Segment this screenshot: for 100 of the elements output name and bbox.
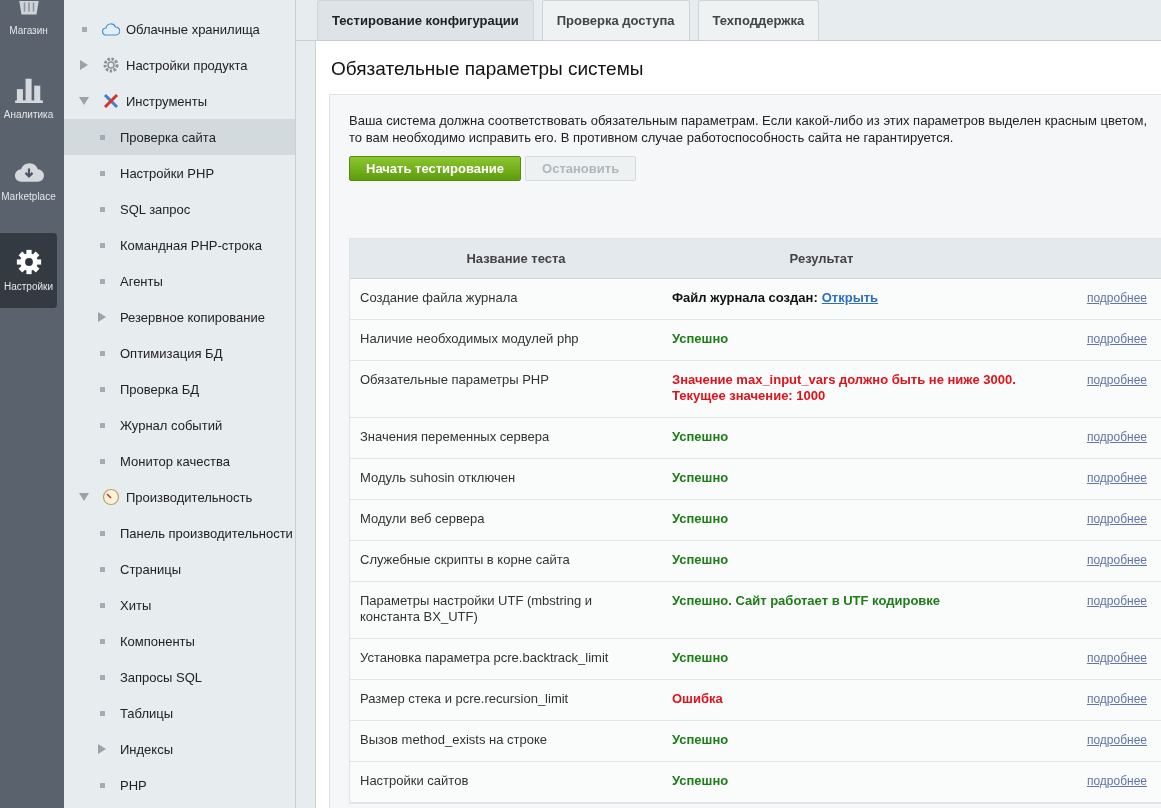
bullet-icon	[82, 26, 87, 32]
nav-item[interactable]: Настройки PHP	[64, 155, 295, 191]
bullet-icon	[100, 278, 105, 284]
bullet-icon	[100, 530, 105, 536]
open-link[interactable]: Открыть	[821, 290, 879, 305]
test-name: Служебные скрипты в корне сайта	[359, 552, 571, 568]
nav-item[interactable]: Проверка БД	[64, 371, 295, 407]
expand-arrow-icon	[79, 97, 89, 105]
rail-label: Магазин	[9, 25, 48, 36]
nav-item[interactable]: SQL запрос	[64, 191, 295, 227]
intro-text: Ваша система должна соответствовать обязательным параметрам. Если какой-либо из этих параметров выделен красным цветом, то вам необходимо исправить его. В противном случае работоспособность сайта не гарантируется.	[349, 112, 1149, 146]
column-header: Результат	[788, 250, 855, 267]
test-name: Создание файла журнала	[359, 290, 519, 306]
nav-item[interactable]: Компоненты	[64, 623, 295, 659]
test-result: Успешно	[672, 732, 729, 747]
test-result: Значение max_input_vars должно быть не ниже 3000. Текущее значение: 1000	[672, 372, 1016, 403]
nav-item[interactable]: Таблицы	[64, 695, 295, 731]
bullet-icon	[100, 710, 105, 716]
tab[interactable]: Техподдержка	[697, 0, 820, 40]
details-link[interactable]: подробнее	[1086, 733, 1147, 747]
nav-item[interactable]: Журнал событий	[64, 407, 295, 443]
test-name: Обязательные параметры PHP	[359, 372, 550, 389]
nav-item[interactable]: Облачные хранилища	[64, 11, 295, 47]
details-link[interactable]: подробнее	[1086, 553, 1147, 567]
test-result: Файл журнала создан:	[672, 290, 818, 305]
nav-item[interactable]: Оптимизация БД	[64, 335, 295, 371]
nav-item[interactable]: Хиты	[64, 587, 295, 623]
bar-chart-icon	[13, 77, 44, 103]
nav-item[interactable]: PHP	[64, 767, 295, 803]
test-result: Успешно	[672, 429, 729, 444]
bullet-icon	[100, 242, 105, 248]
column-header: Название теста	[465, 251, 567, 266]
bullet-icon	[100, 458, 105, 464]
details-link[interactable]: подробнее	[1086, 291, 1147, 305]
rail-item[interactable]: Аналитика	[0, 40, 57, 122]
test-name: Настройки сайтов	[359, 773, 470, 789]
bullet-icon	[100, 386, 105, 392]
test-result: Ошибка	[672, 691, 723, 706]
expand-arrow-icon	[80, 60, 88, 70]
nav-item[interactable]: Монитор качества	[64, 443, 295, 479]
rail-label: Marketplace	[1, 191, 56, 202]
test-name: Наличие необходимых модулей php	[359, 331, 580, 347]
test-result: Успешно	[672, 331, 729, 346]
bullet-icon	[100, 350, 105, 356]
rail-item[interactable]: Marketplace	[0, 122, 57, 204]
bullet-icon	[100, 170, 105, 176]
tools-icon	[102, 92, 120, 110]
test-name: Модуль suhosin отключен	[359, 470, 517, 486]
bullet-icon	[100, 602, 105, 608]
details-link[interactable]: подробнее	[1086, 471, 1147, 485]
rail-label: Аналитика	[3, 109, 54, 120]
bullet-icon	[100, 422, 105, 428]
test-name: Значения переменных сервера	[359, 429, 551, 445]
nav-item[interactable]: Командная PHP-строка	[64, 227, 295, 263]
nav-item[interactable]: Панель производительности	[64, 515, 295, 551]
test-name: Размер стека и pcre.recursion_limit	[359, 691, 570, 707]
bullet-icon	[100, 674, 105, 680]
details-link[interactable]: подробнее	[1086, 774, 1147, 788]
test-result: Успешно. Сайт работает в UTF кодировке	[672, 593, 941, 608]
nav-item[interactable]: Настройки продукта	[64, 47, 295, 83]
expand-arrow-icon	[98, 312, 106, 322]
test-name: Параметры настройки UTF (mbstring и константа BX_UTF)	[359, 593, 593, 625]
bullet-icon	[100, 782, 105, 788]
rail-item[interactable]: Настройки	[0, 233, 57, 308]
expand-arrow-icon	[79, 493, 89, 501]
test-result: Успешно	[672, 470, 729, 485]
details-link[interactable]: подробнее	[1086, 594, 1147, 608]
tab[interactable]: Тестирование конфигурации	[317, 0, 534, 40]
nav-item[interactable]: Агенты	[64, 263, 295, 299]
details-link[interactable]: подробнее	[1086, 430, 1147, 444]
expand-arrow-icon	[98, 744, 106, 754]
nav-item[interactable]: Инструменты	[64, 83, 295, 119]
nav-item[interactable]: Страницы	[64, 551, 295, 587]
bullet-icon	[100, 206, 105, 212]
rail-label: Настройки	[3, 281, 53, 292]
nav-item[interactable]: Резервное копирование	[64, 299, 295, 335]
bullet-icon	[100, 566, 105, 572]
details-link[interactable]: подробнее	[1086, 651, 1147, 665]
rail-item[interactable]: Магазин	[0, 0, 57, 40]
bullet-icon	[100, 134, 105, 140]
gear-icon	[102, 56, 120, 74]
nav-item[interactable]: Производительность	[64, 479, 295, 515]
test-name: Модули веб сервера	[359, 511, 486, 527]
nav-item[interactable]: Запросы SQL	[64, 659, 295, 695]
test-result: Успешно	[672, 650, 729, 665]
tab[interactable]: Проверка доступа	[541, 0, 690, 40]
bullet-icon	[100, 638, 105, 644]
details-link[interactable]: подробнее	[1086, 332, 1147, 346]
test-name: Установка параметра pcre.backtrack_limit	[359, 650, 610, 666]
details-link[interactable]: подробнее	[1086, 373, 1147, 387]
cloud-icon	[102, 20, 120, 38]
details-link[interactable]: подробнее	[1086, 512, 1147, 526]
test-result: Успешно	[672, 511, 729, 526]
nav-item[interactable]: Проверка сайта	[64, 119, 295, 155]
gauge-icon	[102, 488, 120, 506]
test-name: Вызов method_exists на строке	[359, 732, 548, 748]
details-link[interactable]: подробнее	[1086, 692, 1147, 706]
nav-item[interactable]: Индексы	[64, 731, 295, 767]
test-result: Успешно	[672, 773, 729, 788]
test-result: Успешно	[672, 552, 729, 567]
